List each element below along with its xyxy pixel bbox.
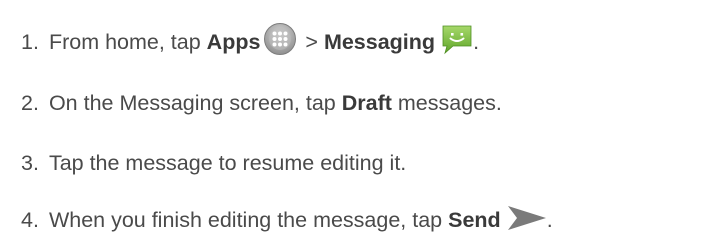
step-number: 3. [21, 150, 39, 175]
step-number: 4. [21, 207, 39, 232]
period: . [473, 29, 480, 54]
draft-label: Draft [341, 90, 392, 115]
step-1: 1. From home, tap Apps > Messaging . [21, 22, 479, 62]
step-text-end: messages. [391, 90, 502, 115]
send-label: Send [448, 207, 501, 232]
messaging-icon [441, 23, 473, 55]
step-2: 2. On the Messaging screen, tap Draft me… [21, 83, 502, 123]
step-text: When you finish editing the message, tap [48, 207, 449, 232]
messaging-label: Messaging [323, 29, 436, 54]
separator: > [299, 29, 324, 54]
send-arrow-icon [507, 205, 547, 231]
apps-grid-icon [263, 22, 297, 56]
step-text: On the Messaging screen, tap [48, 90, 342, 115]
step-number: 2. [21, 90, 39, 115]
step-text: From home, tap [48, 29, 207, 54]
step-text: Tap the message to resume editing it. [48, 150, 407, 175]
apps-label: Apps [206, 29, 261, 54]
period: . [546, 207, 553, 232]
step-3: 3. Tap the message to resume editing it. [21, 143, 406, 183]
step-4: 4. When you finish editing the message, … [21, 200, 553, 240]
step-number: 1. [21, 29, 39, 54]
